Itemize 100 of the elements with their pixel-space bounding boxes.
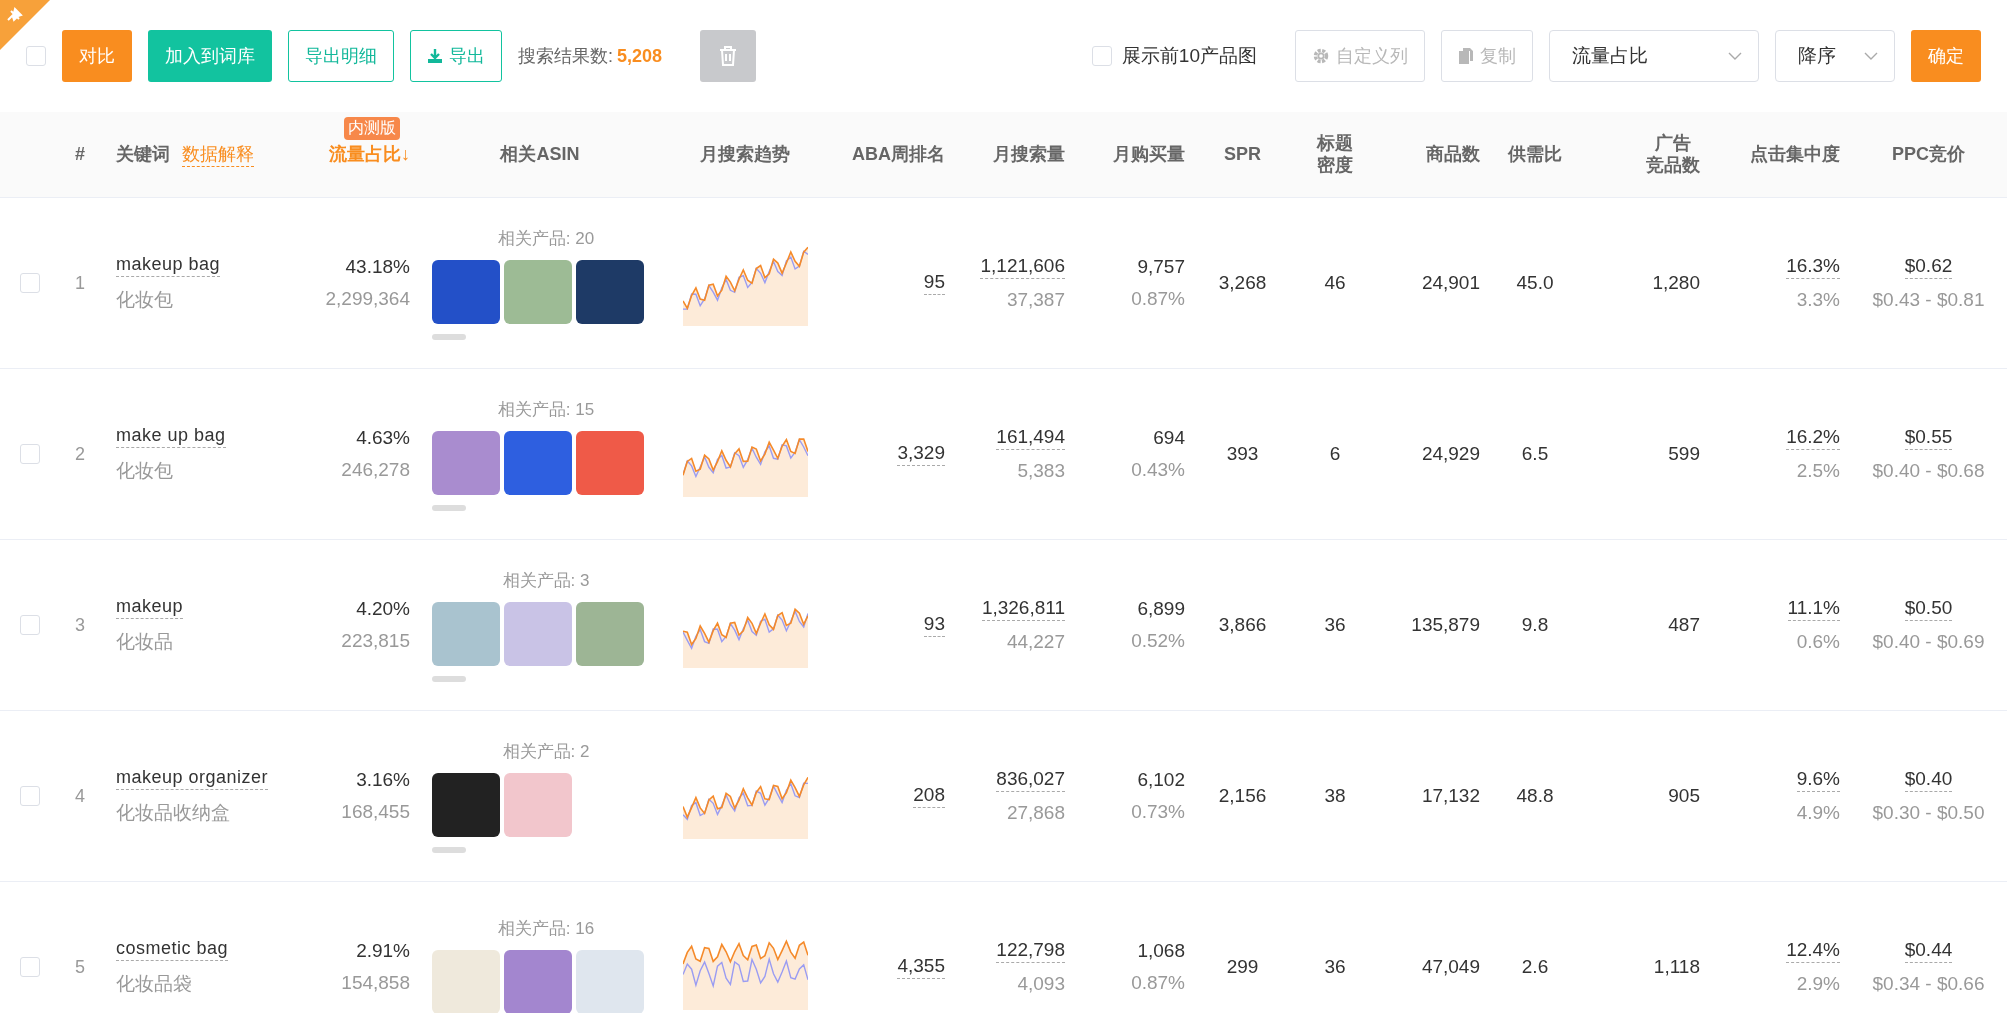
supply-demand-ratio: 9.8 — [1521, 614, 1549, 636]
monthly-search-volume[interactable]: 1,121,606 — [980, 255, 1065, 279]
aba-rank[interactable]: 95 — [923, 271, 945, 295]
column-header[interactable]: 相关ASIN — [500, 143, 580, 166]
ad-competitor-count: 487 — [1668, 614, 1700, 636]
click-concentration[interactable]: 16.3% — [1786, 255, 1840, 279]
click-concentration[interactable]: 9.6% — [1796, 768, 1840, 792]
column-header[interactable]: 供需比 — [1508, 143, 1562, 166]
column-header[interactable]: SPR — [1224, 143, 1261, 166]
sort-order-select[interactable]: 降序 — [1775, 30, 1895, 82]
row-number: 4 — [75, 785, 85, 807]
column-header[interactable]: 关键词 — [116, 143, 170, 166]
ppc-bid[interactable]: $0.50 — [1904, 597, 1953, 621]
daily-search-volume: 4,093 — [1017, 973, 1065, 995]
spr-value: 3,866 — [1218, 614, 1267, 636]
click-concentration-detail: 2.5% — [1796, 460, 1840, 482]
column-header[interactable]: 点击集中度 — [1750, 143, 1840, 166]
traffic-value: 168,455 — [341, 801, 410, 823]
daily-search-volume: 44,227 — [1006, 631, 1065, 653]
daily-search-volume: 37,387 — [1006, 289, 1065, 311]
column-header[interactable]: 月搜索趋势 — [700, 143, 790, 166]
purchase-rate: 0.52% — [1131, 630, 1185, 652]
spr-value: 2,156 — [1218, 785, 1267, 807]
monthly-purchase-volume: 6,899 — [1137, 598, 1185, 620]
aba-rank[interactable]: 3,329 — [897, 442, 945, 466]
ppc-bid-range: $0.40 - $0.68 — [1872, 460, 1985, 482]
product-count: 17,132 — [1421, 785, 1480, 807]
ppc-bid[interactable]: $0.40 — [1904, 768, 1953, 792]
monthly-search-volume[interactable]: 122,798 — [996, 939, 1065, 963]
ad-competitor-count: 1,280 — [1652, 272, 1700, 294]
aba-rank[interactable]: 4,355 — [897, 955, 945, 979]
result-count-label: 搜索结果数: — [518, 45, 613, 68]
ppc-bid[interactable]: $0.44 — [1904, 939, 1953, 963]
related-products-count: 相关产品: 3 — [502, 569, 590, 592]
monthly-purchase-volume: 694 — [1153, 427, 1185, 449]
spr-value: 3,268 — [1218, 272, 1267, 294]
column-header[interactable]: 月搜索量 — [993, 143, 1065, 166]
keyword-link[interactable]: cosmetic bag — [116, 937, 229, 961]
supply-demand-ratio: 6.5 — [1521, 443, 1549, 465]
ppc-bid[interactable]: $0.62 — [1904, 255, 1953, 279]
related-products-count: 相关产品: 2 — [502, 740, 590, 763]
monthly-search-volume[interactable]: 161,494 — [996, 426, 1065, 450]
related-products-count: 相关产品: 20 — [497, 227, 595, 250]
result-count: 5,208 — [617, 45, 663, 67]
product-count: 24,901 — [1421, 272, 1480, 294]
column-header-line[interactable]: 密度 — [1317, 154, 1353, 177]
click-concentration[interactable]: 11.1% — [1787, 597, 1840, 621]
aba-rank[interactable]: 208 — [913, 784, 945, 808]
aba-rank[interactable]: 93 — [923, 613, 945, 637]
ad-competitor-count: 599 — [1668, 443, 1700, 465]
purchase-rate: 0.87% — [1131, 288, 1185, 310]
column-header-line[interactable]: 竞品数 — [1646, 154, 1700, 177]
monthly-purchase-volume: 9,757 — [1137, 256, 1185, 278]
column-header[interactable]: ABA周排名 — [852, 143, 945, 166]
keyword-translation: 化妆品 — [116, 629, 173, 654]
supply-demand-ratio: 45.0 — [1516, 272, 1554, 294]
column-header-line[interactable]: 标题 — [1317, 132, 1353, 155]
purchase-rate: 0.73% — [1131, 801, 1185, 823]
title-density: 36 — [1324, 956, 1346, 978]
keyword-translation: 化妆品袋 — [116, 971, 192, 996]
ppc-bid-range: $0.43 - $0.81 — [1872, 289, 1985, 311]
traffic-share: 2.91% — [356, 940, 410, 962]
purchase-rate: 0.87% — [1131, 972, 1185, 994]
column-header[interactable]: 月购买量 — [1113, 143, 1185, 166]
keyword-link[interactable]: make up bag — [116, 424, 226, 448]
product-count: 24,929 — [1421, 443, 1480, 465]
product-count: 135,879 — [1411, 614, 1480, 636]
column-header[interactable]: 商品数 — [1426, 143, 1480, 166]
traffic-share: 43.18% — [345, 256, 410, 278]
keyword-link[interactable]: makeup — [116, 595, 184, 619]
traffic-share: 4.20% — [356, 598, 410, 620]
title-density: 36 — [1324, 614, 1346, 636]
traffic-value: 246,278 — [341, 459, 410, 481]
traffic-value: 223,815 — [341, 630, 410, 652]
click-concentration[interactable]: 12.4% — [1786, 939, 1840, 963]
daily-search-volume: 5,383 — [1017, 460, 1065, 482]
ppc-bid-range: $0.34 - $0.66 — [1872, 973, 1985, 995]
sort-field-select[interactable]: 流量占比 — [1549, 30, 1759, 82]
row-number: 3 — [75, 614, 85, 636]
supply-demand-ratio: 2.6 — [1521, 956, 1549, 978]
related-products-count: 相关产品: 15 — [497, 398, 595, 421]
click-concentration-detail: 3.3% — [1796, 289, 1840, 311]
column-header[interactable]: # — [75, 143, 85, 166]
column-header-line[interactable]: 广告 — [1655, 132, 1691, 155]
purchase-rate: 0.43% — [1131, 459, 1185, 481]
keyword-link[interactable]: makeup bag — [116, 253, 221, 277]
product-count: 47,049 — [1421, 956, 1480, 978]
traffic-share: 4.63% — [356, 427, 410, 449]
click-concentration[interactable]: 16.2% — [1786, 426, 1840, 450]
column-header[interactable]: PPC竞价 — [1892, 143, 1965, 166]
title-density: 38 — [1324, 785, 1346, 807]
monthly-search-volume[interactable]: 1,326,811 — [981, 597, 1065, 621]
related-products-count: 相关产品: 16 — [497, 917, 595, 940]
ppc-bid[interactable]: $0.55 — [1904, 426, 1953, 450]
click-concentration-detail: 2.9% — [1796, 973, 1840, 995]
keyword-translation: 化妆品收纳盒 — [116, 800, 230, 825]
keyword-link[interactable]: makeup organizer — [116, 766, 269, 790]
daily-search-volume: 27,868 — [1006, 802, 1065, 824]
click-concentration-detail: 4.9% — [1796, 802, 1840, 824]
monthly-search-volume[interactable]: 836,027 — [996, 768, 1065, 792]
